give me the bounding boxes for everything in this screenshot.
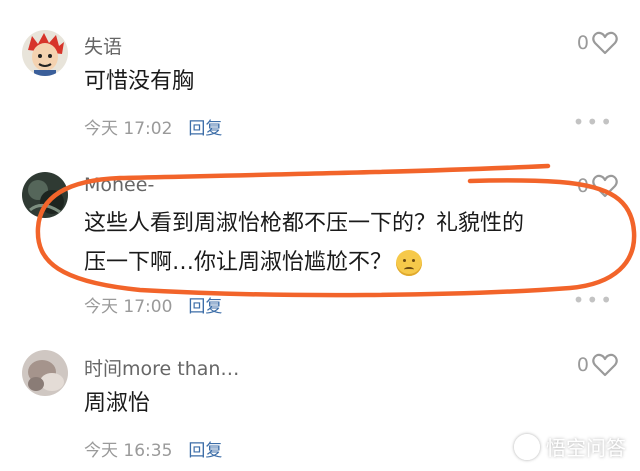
worried-face-emoji [396,250,423,276]
cartoon-face-avatar [22,30,68,76]
like-count: 0 [576,354,589,376]
reply-button[interactable]: 回复 [188,297,222,317]
username[interactable]: 时间more than… [84,354,239,381]
comment-text-line-2: 压一下啊…你让周淑怡尴尬不？ [84,243,423,283]
reply-button[interactable]: 回复 [188,441,222,461]
like-count: 0 [576,32,589,54]
like-count: 0 [576,175,589,197]
watermark: 悟空问答 [514,432,626,461]
comment-text: 可惜没有胸 [84,69,195,94]
avatar[interactable] [22,350,68,396]
like-button[interactable]: 0 [577,174,618,198]
blurry-photo-avatar [22,350,68,396]
heart-outline-icon [592,174,618,198]
comment-meta: 今天 17:00 回复 [84,292,222,317]
avatar[interactable] [22,30,68,76]
username[interactable]: Monee- [84,174,154,196]
timestamp: 今天 17:00 [84,297,173,317]
username[interactable]: 失语 [84,32,122,59]
heart-outline-icon [592,353,618,377]
like-button[interactable]: 0 [577,353,618,377]
comment-text-line-2-text: 压一下啊…你让周淑怡尴尬不？ [84,250,393,275]
comment-meta: 今天 17:02 回复 [84,114,222,139]
comment-text-line-1: 这些人看到周淑怡枪都不压一下的？礼貌性的 [84,211,525,236]
avatar[interactable] [22,172,68,218]
reply-button[interactable]: 回复 [188,119,222,139]
ellipsis-icon[interactable]: ••• [573,110,614,134]
dark-photo-avatar [22,172,68,218]
ellipsis-icon[interactable]: ••• [573,288,614,312]
wukong-logo-icon [514,433,540,460]
watermark-text: 悟空问答 [546,436,626,460]
timestamp: 今天 16:35 [84,441,173,461]
timestamp: 今天 17:02 [84,119,173,139]
comment-meta: 今天 16:35 回复 [84,436,222,461]
heart-outline-icon [592,31,618,55]
like-button[interactable]: 0 [577,31,618,55]
comment-text: 周淑怡 [84,391,151,416]
